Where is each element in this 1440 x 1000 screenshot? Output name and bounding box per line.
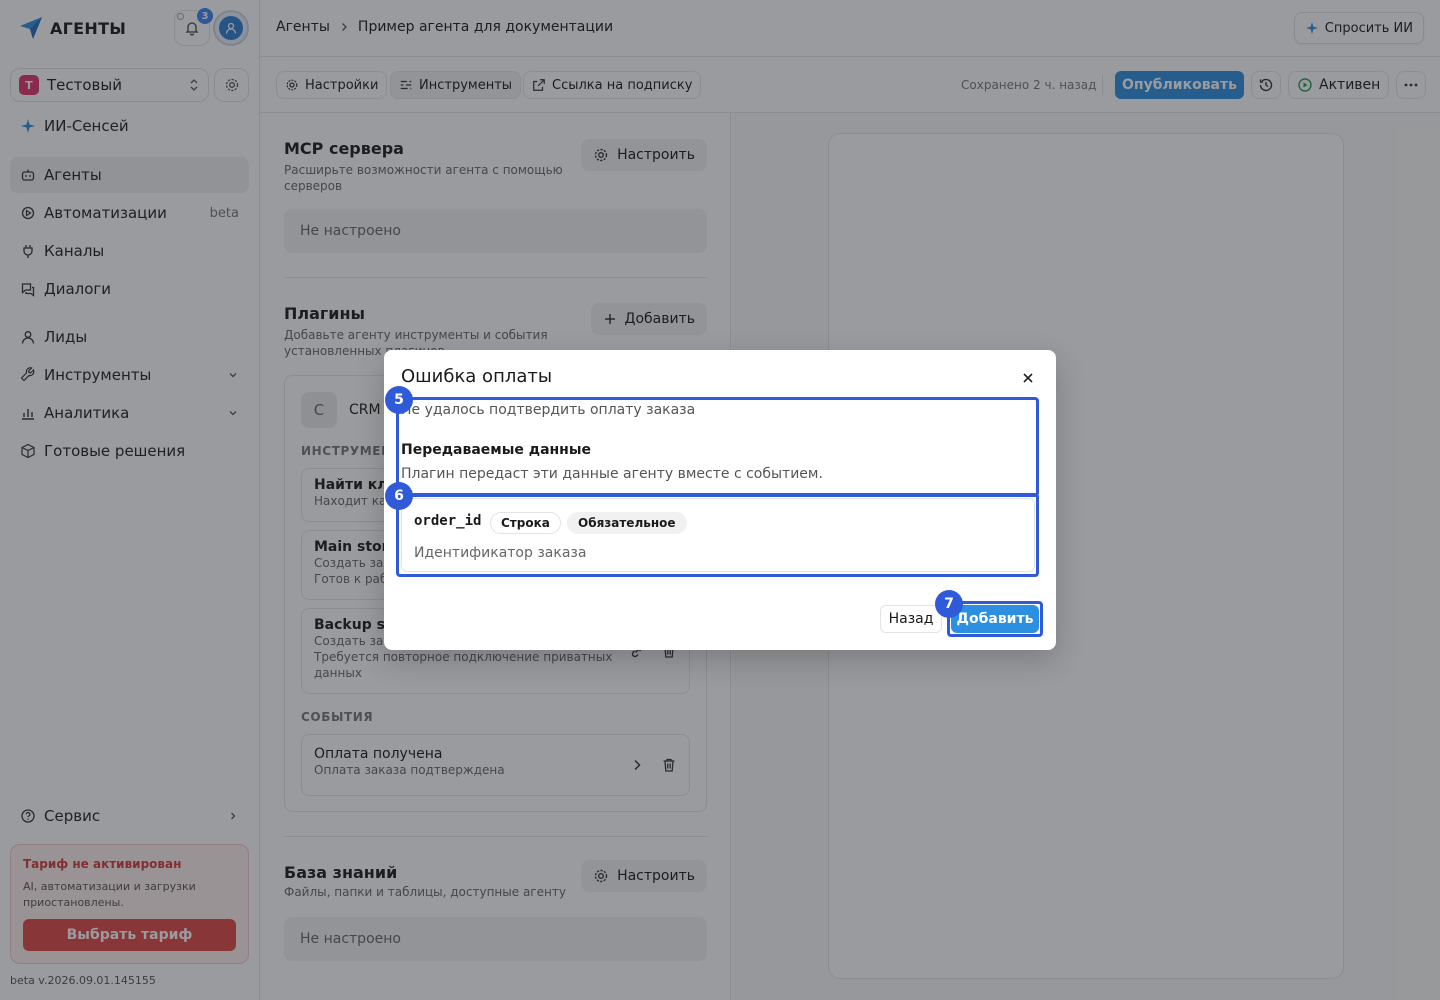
dialog-section-title: Передаваемые данные: [401, 442, 592, 458]
param-name: order_id: [414, 513, 482, 529]
dialog-section-subtitle: Плагин передаст эти данные агенту вместе…: [401, 466, 823, 482]
highlight-marker-6: 6: [385, 482, 413, 510]
param-required-badge: Обязательное: [567, 512, 687, 534]
add-button[interactable]: Добавить: [951, 605, 1039, 633]
app-root: АГЕНТЫ 3 Т Тестовый ИИ-Сенсей Агенты Авт…: [0, 0, 1440, 1000]
param-type-badge: Строка: [490, 512, 561, 534]
dialog-close-button[interactable]: [1020, 370, 1036, 386]
close-icon: [1023, 373, 1033, 383]
param-description: Идентификатор заказа: [414, 545, 587, 561]
highlight-marker-5: 5: [385, 386, 413, 414]
dialog-title: Ошибка оплаты: [401, 366, 553, 387]
param-card: order_id Строка Обязательное Идентификат…: [401, 498, 1035, 572]
dialog-description: Не удалось подтвердить оплату заказа: [401, 402, 696, 418]
back-button[interactable]: Назад: [880, 605, 942, 633]
highlight-marker-7: 7: [935, 590, 963, 618]
